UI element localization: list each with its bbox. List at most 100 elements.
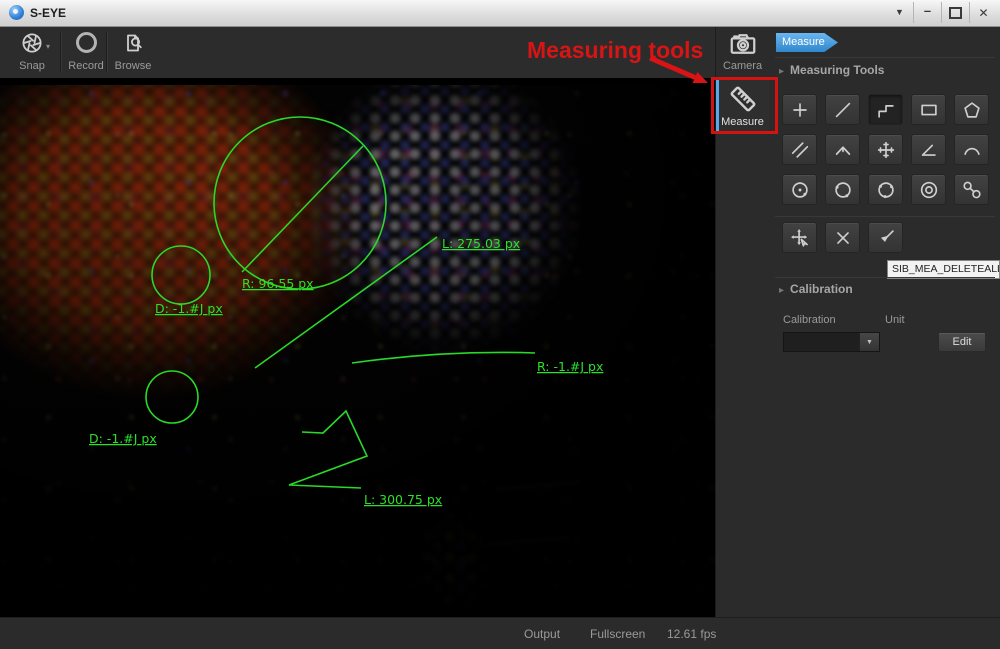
image-canvas: R: 96.55 px D: -1.#J px L: 275.03 px R: … xyxy=(0,78,715,617)
caret-angle-icon xyxy=(832,139,854,161)
circle-three-point-icon xyxy=(875,179,897,201)
toolbar-separator xyxy=(60,32,62,72)
record-label: Record xyxy=(68,60,103,72)
measurement-arc[interactable]: R: -1.#J px xyxy=(352,352,603,374)
angle-icon xyxy=(918,139,940,161)
close-icon: ✕ xyxy=(978,7,988,19)
titlebar: S-EYE ▼ – ✕ xyxy=(0,0,1000,27)
browse-label: Browse xyxy=(115,60,152,72)
panel-banner: Measure xyxy=(776,33,838,52)
crosshair-tool-button[interactable] xyxy=(868,134,903,165)
calibration-label: Calibration xyxy=(783,314,836,326)
measurement-label: L: 300.75 px xyxy=(364,492,442,507)
measurement-label: D: -1.#J px xyxy=(89,431,157,446)
side-tabstrip: Camera Measure xyxy=(716,26,769,617)
tab-measure-label: Measure xyxy=(721,116,764,128)
separator xyxy=(775,57,995,58)
edit-button[interactable]: Edit xyxy=(938,332,986,352)
concentric-circles-icon xyxy=(918,179,940,201)
statusbar: Output Fullscreen 12.61 fps xyxy=(0,617,1000,649)
status-fps: 12.61 fps xyxy=(667,627,716,641)
pentagon-icon xyxy=(961,99,983,121)
move-icon xyxy=(789,227,811,249)
toolbar-separator xyxy=(106,32,108,72)
measuring-tools-header-label: Measuring Tools xyxy=(790,63,884,77)
camera-icon xyxy=(728,29,758,59)
measurement-line[interactable]: L: 275.03 px xyxy=(255,236,520,368)
combo-arrow-button[interactable]: ▼ xyxy=(859,333,879,351)
measurement-label: L: 275.03 px xyxy=(442,236,520,251)
ruler-icon xyxy=(727,83,759,115)
calibration-header[interactable]: ▸ Calibration xyxy=(779,282,853,296)
measurement-polyline[interactable]: L: 300.75 px xyxy=(289,411,442,507)
calibration-combobox[interactable]: ▼ xyxy=(783,332,880,352)
record-button[interactable]: Record xyxy=(64,30,108,74)
perpendicular-tool-button[interactable] xyxy=(825,134,860,165)
measurement-label: D: -1.#J px xyxy=(155,301,223,316)
crosshair-icon xyxy=(875,139,897,161)
status-output[interactable]: Output xyxy=(524,627,560,641)
delete-x-icon xyxy=(832,227,854,249)
app-icon xyxy=(9,5,24,20)
expand-arrow-icon: ▸ xyxy=(779,285,784,296)
angle-tool-button[interactable] xyxy=(911,134,946,165)
record-icon xyxy=(76,32,97,53)
minimize-button[interactable]: – xyxy=(913,2,941,23)
arc-tool-button[interactable] xyxy=(954,134,989,165)
caret-down-icon: ▼ xyxy=(895,8,904,17)
snap-label: Snap xyxy=(19,60,45,72)
annotation-text: Measuring tools xyxy=(527,37,703,64)
snap-button[interactable]: ▾ Snap xyxy=(6,30,58,74)
measurement-overlay: R: 96.55 px D: -1.#J px L: 275.03 px R: … xyxy=(0,78,715,617)
move-tool-button[interactable] xyxy=(782,222,817,253)
tab-camera-label: Camera xyxy=(723,60,762,72)
measurement-circle-top[interactable]: D: -1.#J px xyxy=(152,246,223,316)
separator xyxy=(775,216,995,217)
circle-two-point-icon xyxy=(832,179,854,201)
measuring-tools-header[interactable]: ▸ Measuring Tools xyxy=(779,63,884,77)
maximize-icon xyxy=(949,7,962,19)
measure-panel: Measure ▸Measuring Tools SIB_ME xyxy=(769,26,1000,617)
browse-button[interactable]: Browse xyxy=(110,30,156,74)
window-menu-button[interactable]: ▼ xyxy=(886,2,913,23)
circle-center-icon xyxy=(789,179,811,201)
circle-distance-tool-button[interactable] xyxy=(954,174,989,205)
window-title: S-EYE xyxy=(30,6,66,20)
status-fullscreen[interactable]: Fullscreen xyxy=(590,627,645,641)
polyline-tool-button[interactable] xyxy=(868,94,903,125)
aperture-icon xyxy=(20,30,44,56)
tab-camera[interactable]: Camera xyxy=(716,29,769,79)
rectangle-icon xyxy=(918,99,940,121)
right-panel-region: Camera Measure Measure ▸ Measuring Tools xyxy=(715,26,1000,617)
browse-file-icon xyxy=(121,30,145,56)
concentric-circles-tool-button[interactable] xyxy=(911,174,946,205)
line-icon xyxy=(832,99,854,121)
measurement-circle-large[interactable]: R: 96.55 px xyxy=(214,117,386,291)
measurement-circle-bottom[interactable]: D: -1.#J px xyxy=(89,371,198,446)
rectangle-tool-button[interactable] xyxy=(911,94,946,125)
expand-arrow-icon: ▸ xyxy=(779,66,784,77)
polygon-tool-button[interactable] xyxy=(954,94,989,125)
maximize-button[interactable] xyxy=(941,2,969,23)
selected-tab-indicator xyxy=(716,80,719,131)
parallel-lines-icon xyxy=(789,139,811,161)
calibration-header-label: Calibration xyxy=(790,282,853,296)
circle-two-point-tool-button[interactable] xyxy=(825,174,860,205)
circle-center-tool-button[interactable] xyxy=(782,174,817,205)
unit-label: Unit xyxy=(885,314,905,326)
arc-icon xyxy=(961,139,983,161)
window-controls: ▼ – ✕ xyxy=(886,2,997,23)
caret-down-icon: ▼ xyxy=(866,339,873,346)
circle-three-point-tool-button[interactable] xyxy=(868,174,903,205)
parallel-lines-tool-button[interactable] xyxy=(782,134,817,165)
two-circles-icon xyxy=(961,179,983,201)
tab-measure[interactable]: Measure xyxy=(716,79,769,132)
delete-all-tool-button[interactable] xyxy=(868,222,903,253)
point-tool-button[interactable] xyxy=(782,94,817,125)
close-button[interactable]: ✕ xyxy=(969,2,997,23)
tool-grid xyxy=(782,94,989,205)
plus-icon xyxy=(789,99,811,121)
line-tool-button[interactable] xyxy=(825,94,860,125)
broom-icon xyxy=(875,227,897,249)
delete-tool-button[interactable] xyxy=(825,222,860,253)
